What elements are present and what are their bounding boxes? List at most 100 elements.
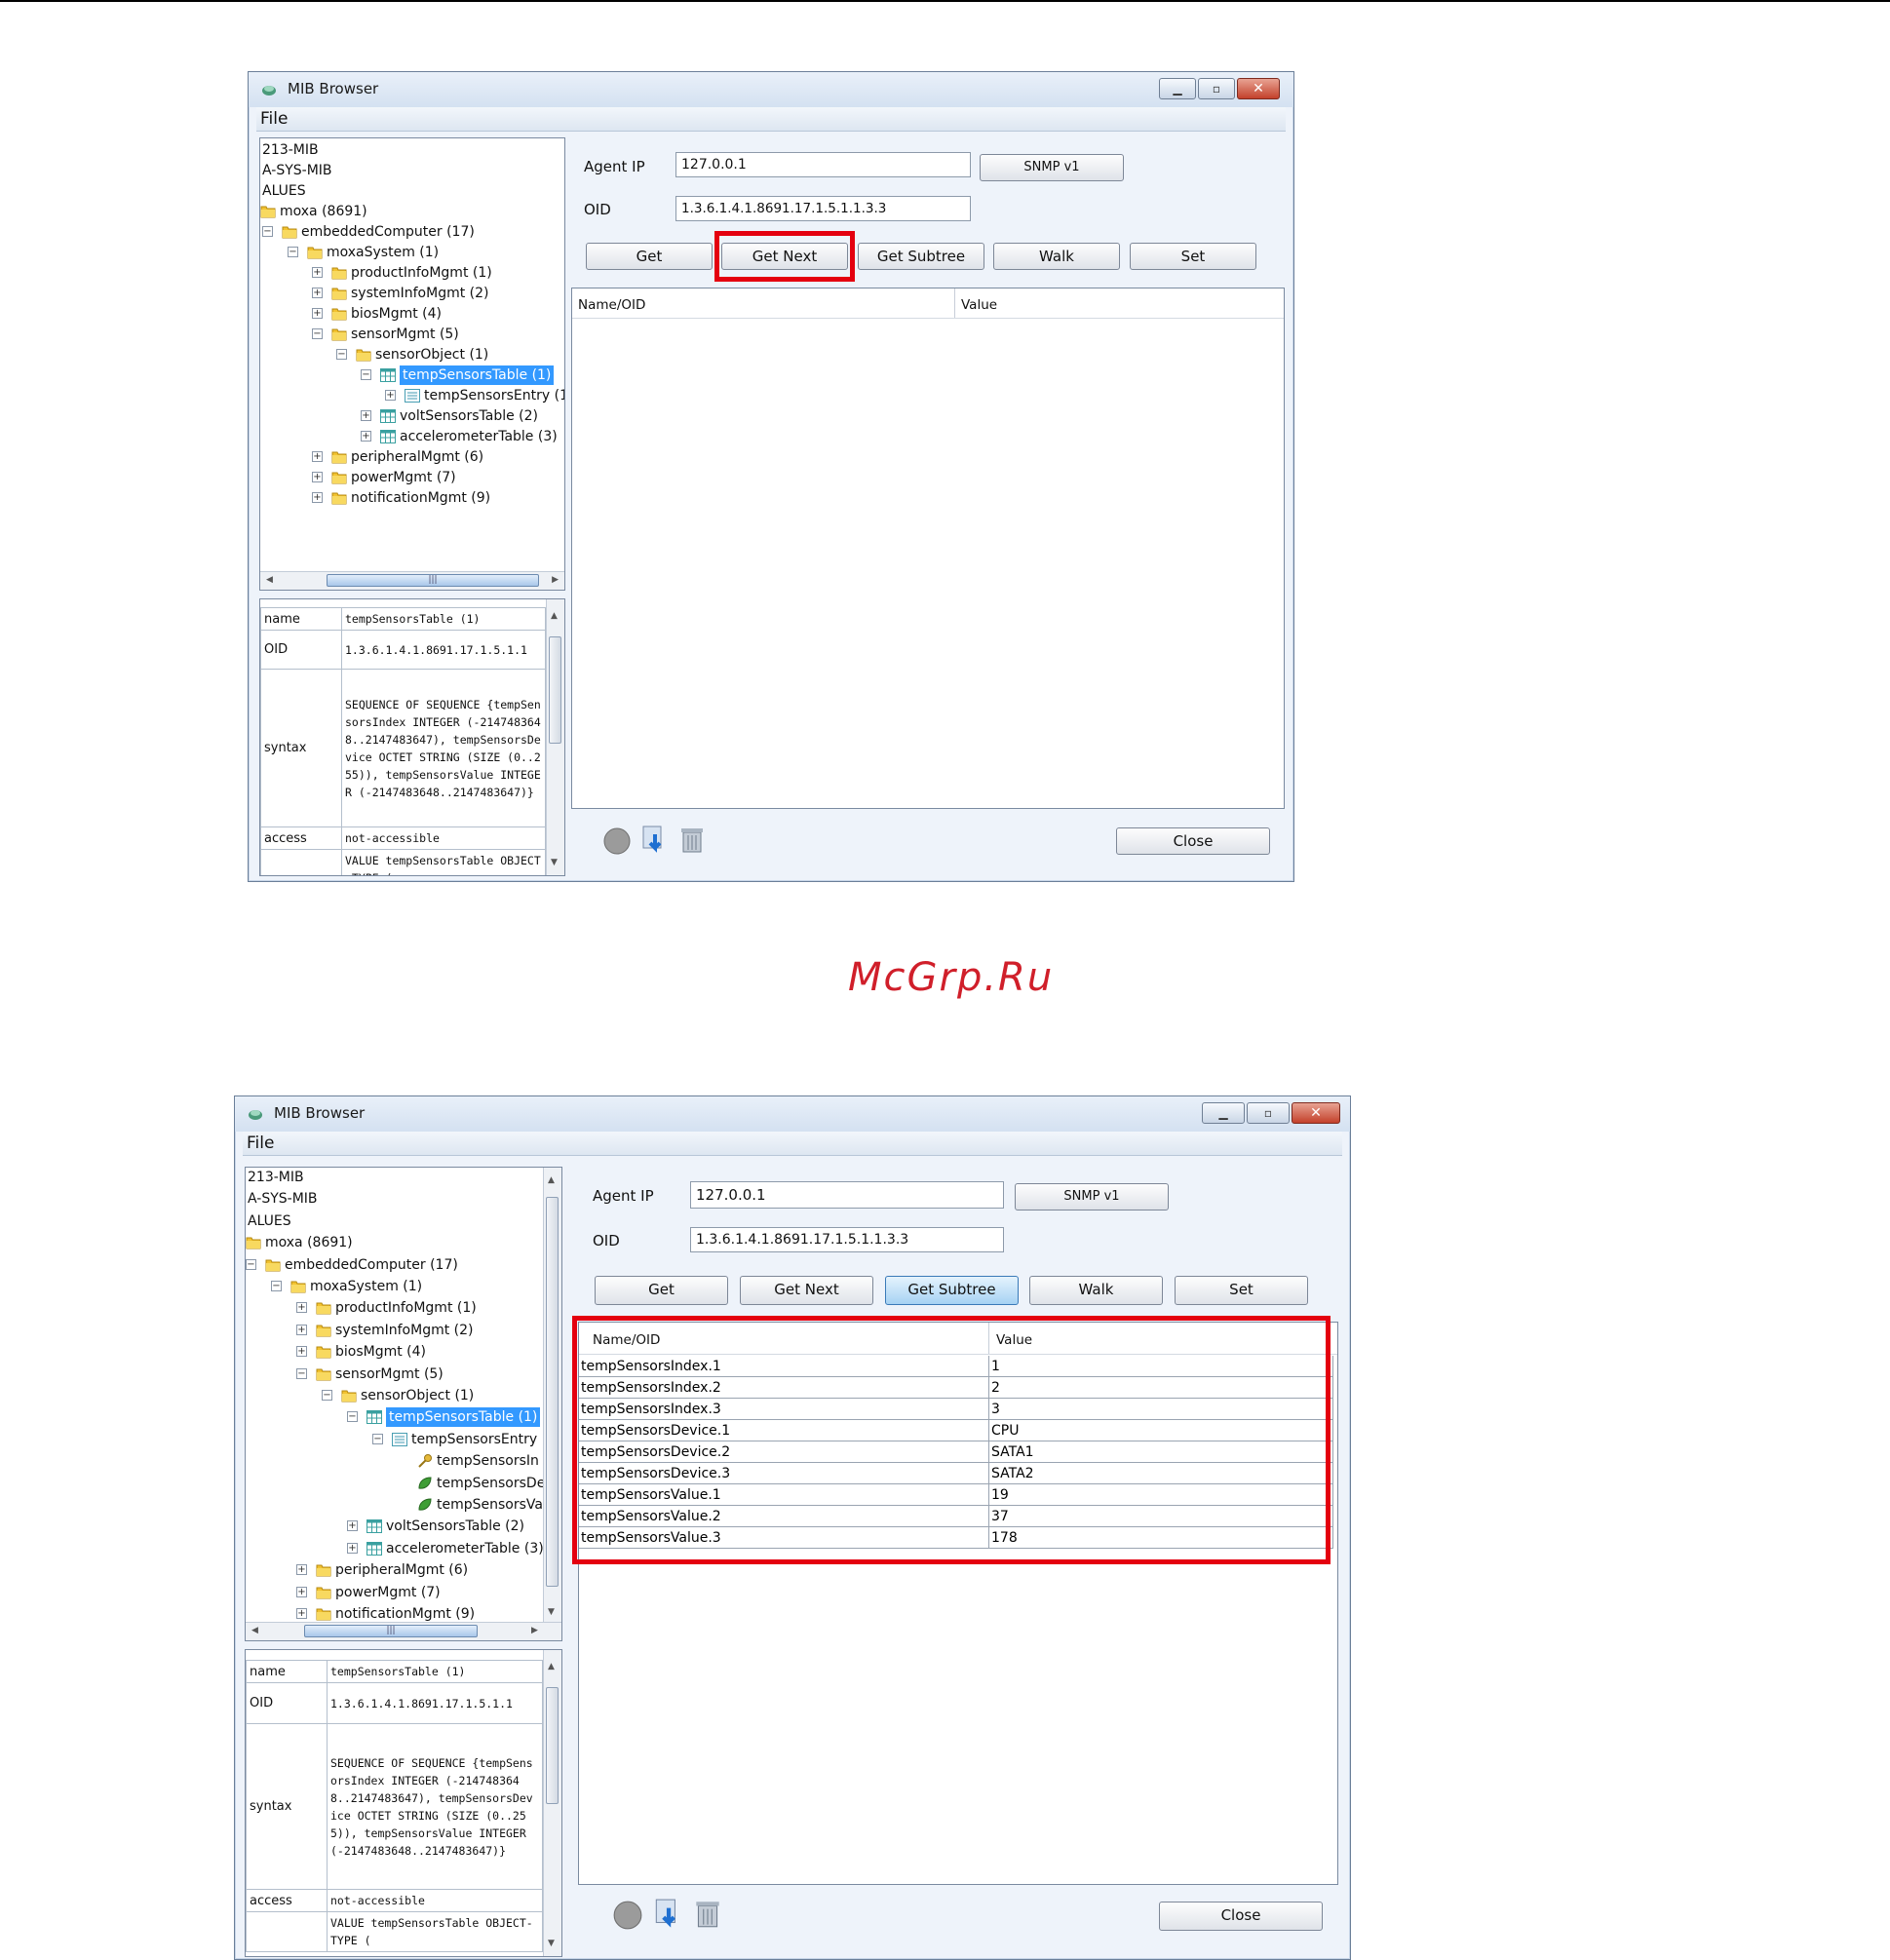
agent-ip-input[interactable]: 127.0.0.1 xyxy=(690,1181,1004,1209)
walk-button[interactable]: Walk xyxy=(993,243,1120,270)
tree-item[interactable]: 213-MIB xyxy=(260,140,564,160)
column-header-value[interactable]: Value xyxy=(961,297,997,313)
tree-item[interactable]: moxa (8691) xyxy=(260,202,564,221)
expand-icon[interactable]: + xyxy=(312,472,323,482)
title-bar[interactable]: MIB Browser ▁ ▫ ✕ xyxy=(235,1096,1350,1132)
collapse-icon[interactable]: − xyxy=(296,1367,307,1379)
tree-item[interactable]: + voltSensorsTable (2) xyxy=(260,406,564,426)
collapse-icon[interactable]: − xyxy=(336,349,347,360)
tree-item[interactable]: + accelerometerTable (3) xyxy=(246,1539,561,1558)
tree-item[interactable]: A-SYS-MIB xyxy=(246,1189,561,1209)
scroll-left-icon[interactable]: ◀ xyxy=(266,575,273,585)
expand-icon[interactable]: + xyxy=(312,267,323,278)
tree-item[interactable]: 213-MIB xyxy=(246,1168,561,1187)
tree-vertical-scrollbar[interactable]: ▲ ▼ xyxy=(543,1168,561,1623)
expand-icon[interactable]: + xyxy=(296,1564,307,1576)
maximize-button[interactable]: ▫ xyxy=(1198,78,1235,99)
tree-item[interactable]: + biosMgmt (4) xyxy=(260,304,564,324)
set-button[interactable]: Set xyxy=(1175,1276,1308,1305)
tree-item[interactable]: − sensorObject (1) xyxy=(260,345,564,365)
tree-item[interactable]: + peripheralMgmt (6) xyxy=(246,1560,561,1580)
collapse-icon[interactable]: − xyxy=(322,1390,332,1401)
stop-icon[interactable] xyxy=(602,826,632,856)
properties-vertical-scrollbar[interactable]: ▲ ▼ xyxy=(543,1650,561,1956)
tree-item[interactable]: + tempSensorsEntry (1) xyxy=(260,386,564,405)
collapse-icon[interactable]: − xyxy=(312,328,323,339)
trash-icon[interactable] xyxy=(678,825,706,856)
scroll-down-icon[interactable]: ▼ xyxy=(548,1607,555,1617)
minimize-button[interactable]: ▁ xyxy=(1202,1102,1245,1124)
tree-item[interactable]: + peripheralMgmt (6) xyxy=(260,447,564,467)
tree-item[interactable]: + notificationMgmt (9) xyxy=(246,1604,561,1624)
tree-item[interactable]: − moxaSystem (1) xyxy=(246,1277,561,1296)
agent-ip-input[interactable]: 127.0.0.1 xyxy=(675,152,971,177)
tree-item[interactable]: − embeddedComputer (17) xyxy=(260,222,564,242)
scroll-down-icon[interactable]: ▼ xyxy=(551,858,558,867)
collapse-icon[interactable]: − xyxy=(246,1258,256,1270)
tree-item[interactable]: + notificationMgmt (9) xyxy=(260,488,564,508)
expand-icon[interactable]: + xyxy=(296,1586,307,1597)
tree-horizontal-scrollbar[interactable]: ◀ ||| ▶ xyxy=(260,571,564,590)
scroll-thumb[interactable]: ||| xyxy=(327,574,539,587)
menu-file[interactable]: File xyxy=(247,1134,274,1153)
tree-item[interactable]: + accelerometerTable (3) xyxy=(260,427,564,446)
tree-item[interactable]: A-SYS-MIB xyxy=(260,161,564,180)
menu-file[interactable]: File xyxy=(260,109,288,129)
expand-icon[interactable]: + xyxy=(296,1324,307,1335)
get-subtree-button[interactable]: Get Subtree xyxy=(885,1276,1019,1305)
tree-item[interactable]: ALUES xyxy=(260,181,564,201)
results-panel[interactable]: Name/OID Value xyxy=(571,288,1285,809)
tree-item[interactable]: − sensorMgmt (5) xyxy=(246,1364,561,1384)
scroll-down-icon[interactable]: ▼ xyxy=(548,1939,555,1948)
mib-tree-panel[interactable]: 213-MIB A-SYS-MIB ALUES moxa (8691) − embedde… xyxy=(245,1167,562,1641)
tree-item[interactable]: − sensorMgmt (5) xyxy=(260,325,564,344)
tree-item[interactable]: − tempSensorsEntry xyxy=(246,1430,561,1449)
tree-item[interactable]: moxa (8691) xyxy=(246,1233,561,1252)
tree-item[interactable]: − tempSensorsTable (1) xyxy=(260,365,564,385)
expand-icon[interactable]: + xyxy=(312,288,323,298)
tree-item[interactable]: ALUES xyxy=(246,1211,561,1231)
expand-icon[interactable]: + xyxy=(347,1520,358,1532)
expand-icon[interactable]: + xyxy=(312,308,323,319)
tree-item[interactable]: + voltSensorsTable (2) xyxy=(246,1517,561,1536)
oid-input[interactable]: 1.3.6.1.4.1.8691.17.1.5.1.1.3.3 xyxy=(690,1227,1004,1252)
expand-icon[interactable]: + xyxy=(361,431,371,442)
close-button[interactable]: Close xyxy=(1159,1902,1323,1931)
expand-icon[interactable]: + xyxy=(347,1542,358,1554)
collapse-icon[interactable]: − xyxy=(347,1411,358,1423)
collapse-icon[interactable]: − xyxy=(271,1281,282,1291)
collapse-icon[interactable]: − xyxy=(288,247,298,257)
tree-item[interactable]: + biosMgmt (4) xyxy=(246,1342,561,1362)
snmp-version-button[interactable]: SNMP v1 xyxy=(1015,1183,1169,1211)
tree-item[interactable]: − moxaSystem (1) xyxy=(260,243,564,262)
scroll-thumb[interactable] xyxy=(549,636,561,744)
tree-item[interactable]: + systemInfoMgmt (2) xyxy=(260,284,564,303)
expand-icon[interactable]: + xyxy=(361,410,371,421)
tree-horizontal-scrollbar[interactable]: ◀ ||| ▶ xyxy=(246,1622,561,1640)
save-icon[interactable] xyxy=(652,1898,683,1931)
scroll-up-icon[interactable]: ▲ xyxy=(551,611,558,621)
tree-item[interactable]: − tempSensorsTable (1) xyxy=(246,1407,561,1428)
trash-icon[interactable] xyxy=(693,1898,722,1931)
tree-item[interactable]: − embeddedComputer (17) xyxy=(246,1255,561,1275)
tree-item[interactable]: tempSensorsVa xyxy=(246,1495,561,1515)
scroll-right-icon[interactable]: ▶ xyxy=(552,575,559,585)
close-window-button[interactable]: ✕ xyxy=(1292,1102,1340,1124)
minimize-button[interactable]: ▁ xyxy=(1159,78,1196,99)
collapse-icon[interactable]: − xyxy=(262,226,273,237)
maximize-button[interactable]: ▫ xyxy=(1247,1102,1290,1124)
tree-item[interactable]: tempSensorsDe xyxy=(246,1474,561,1493)
expand-icon[interactable]: + xyxy=(296,1302,307,1314)
get-next-button[interactable]: Get Next xyxy=(740,1276,873,1305)
oid-input[interactable]: 1.3.6.1.4.1.8691.17.1.5.1.1.3.3 xyxy=(675,196,971,221)
scroll-thumb[interactable] xyxy=(546,1197,559,1587)
get-subtree-button[interactable]: Get Subtree xyxy=(858,243,984,270)
title-bar[interactable]: MIB Browser ▁ ▫ ✕ xyxy=(249,72,1293,107)
tree-item[interactable]: tempSensorsIn xyxy=(246,1451,561,1471)
get-button[interactable]: Get xyxy=(586,243,713,270)
expand-icon[interactable]: + xyxy=(296,1346,307,1358)
scroll-up-icon[interactable]: ▲ xyxy=(548,1175,555,1185)
close-button[interactable]: Close xyxy=(1116,827,1270,855)
snmp-version-button[interactable]: SNMP v1 xyxy=(980,154,1124,181)
scroll-left-icon[interactable]: ◀ xyxy=(251,1626,258,1635)
